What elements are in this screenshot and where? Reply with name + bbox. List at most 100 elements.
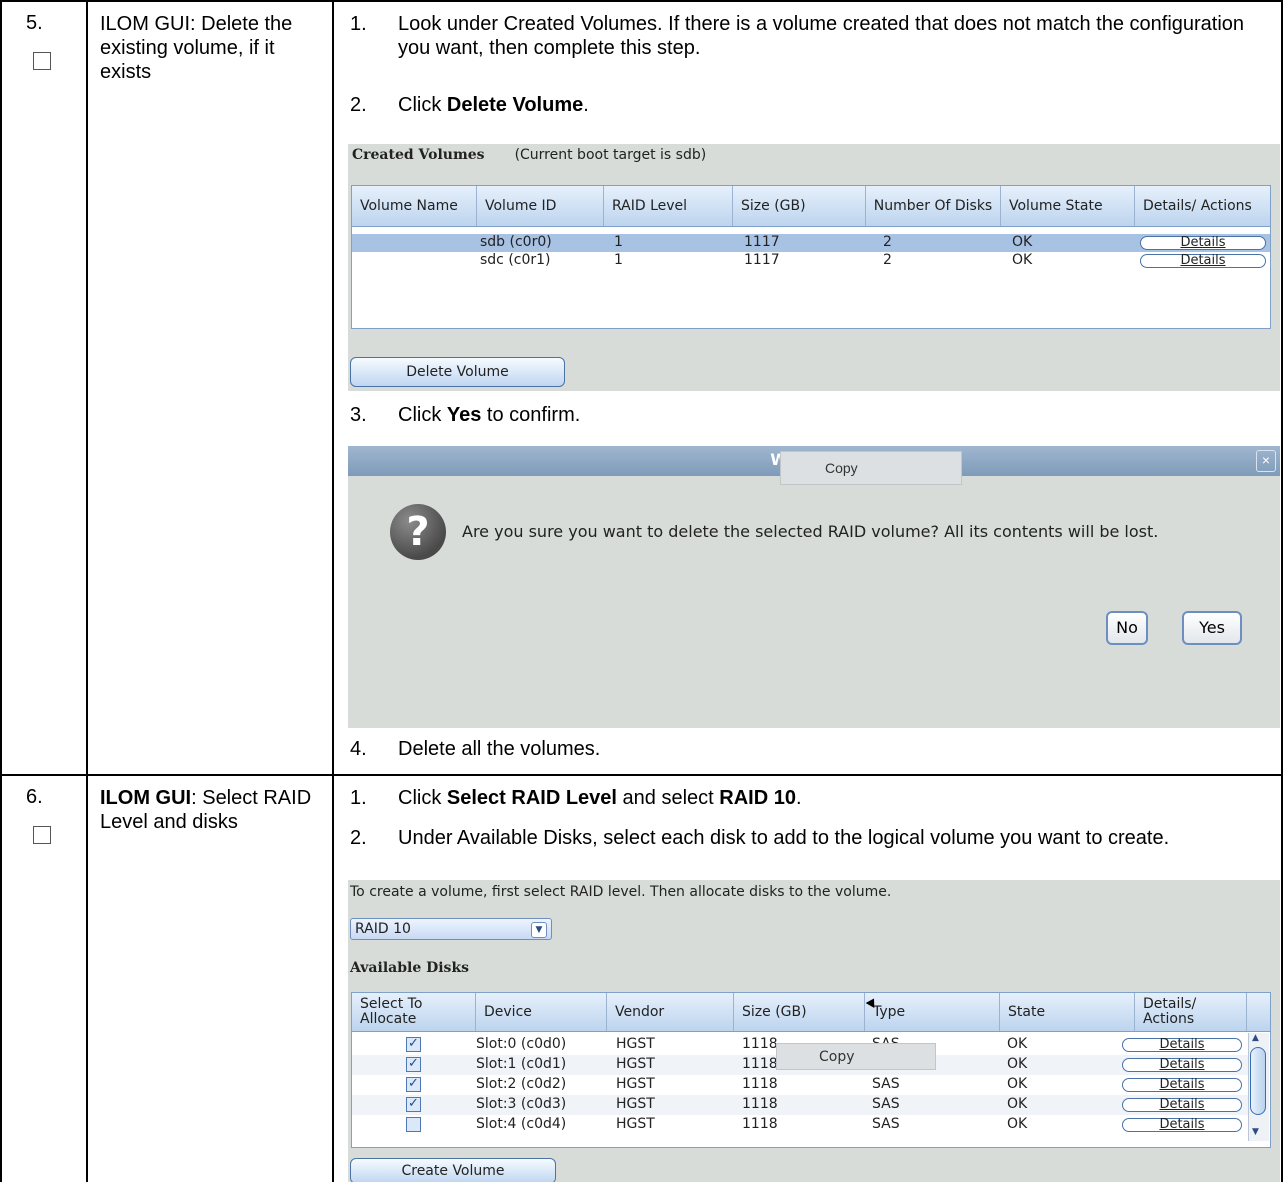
details-button[interactable]: Details (1122, 1118, 1242, 1132)
checkbox-checked-icon[interactable]: ✓ (406, 1037, 421, 1052)
details-button[interactable]: Details (1140, 236, 1266, 250)
cell-size: 1118 (742, 1056, 778, 1072)
create-volume-intro: To create a volume, first select RAID le… (350, 884, 892, 900)
instruction-text: Look under Created Volumes. If there is … (398, 13, 1245, 59)
table-divider-2 (332, 0, 334, 1182)
instruction-number: 1. (350, 13, 367, 35)
column-header: Details/ Actions (1135, 993, 1247, 1031)
scrollbar[interactable]: ▲ ▼ (1248, 1033, 1269, 1141)
scroll-thumb[interactable] (1250, 1047, 1266, 1115)
instruction-number: 4. (350, 738, 367, 760)
instruction-text: Under Available Disks, select each disk … (398, 827, 1170, 849)
copy-popup[interactable]: Copy (780, 451, 962, 485)
instruction-1: 1. Look under Created Volumes. If there … (350, 12, 1270, 72)
table-row[interactable]: sdc (c0r1) 1 1117 2 OK Details (352, 252, 1270, 270)
cell-disks: 2 (883, 252, 892, 268)
instruction-2: 2. Under Available Disks, select each di… (350, 826, 1270, 886)
copy-popup[interactable]: Copy (776, 1043, 936, 1070)
close-icon[interactable]: × (1256, 450, 1276, 472)
column-header: Volume State (1001, 186, 1135, 226)
cell-vendor: HGST (616, 1116, 655, 1132)
instruction-2: 2. Click Delete Volume. (350, 93, 1270, 119)
cell-size: 1118 (742, 1096, 778, 1112)
details-button[interactable]: Details (1122, 1098, 1242, 1112)
cell-vendor: HGST (616, 1056, 655, 1072)
cell-size: 1117 (744, 252, 780, 268)
column-header: Device (476, 993, 607, 1031)
cell-volume-id: sdc (c0r1) (480, 252, 551, 268)
scroll-up-icon[interactable]: ▲ (1252, 1033, 1259, 1043)
cell-raid-level: 1 (614, 234, 623, 250)
table-row[interactable]: Slot:4 (c0d4) HGST 1118 SAS OK Details (352, 1115, 1248, 1135)
cell-size: 1118 (742, 1076, 778, 1092)
instruction-number: 3. (350, 404, 367, 426)
column-header: Size (GB) (733, 186, 866, 226)
instruction-4: 4. Delete all the volumes. (350, 737, 1270, 763)
column-header: Size (GB) (734, 993, 865, 1031)
step-checkbox[interactable] (33, 52, 51, 70)
cell-state: OK (1012, 234, 1033, 250)
title-bold: ILOM GUI (100, 13, 191, 35)
step-checkbox[interactable] (33, 826, 51, 844)
cell-vendor: HGST (616, 1096, 655, 1112)
column-header: Volume Name (352, 186, 477, 226)
table-border-right (1281, 0, 1283, 1182)
instruction-text: Click Delete Volume. (398, 94, 589, 116)
available-disks-heading: Available Disks (350, 960, 470, 976)
instruction-text: Click Yes to confirm. (398, 404, 581, 426)
table-row[interactable]: sdb (c0r0) 1 1117 2 OK Details (352, 234, 1270, 252)
checkbox-checked-icon[interactable]: ✓ (406, 1097, 421, 1112)
details-button[interactable]: Details (1140, 254, 1266, 268)
cell-raid-level: 1 (614, 252, 623, 268)
create-volume-button[interactable]: Create Volume (350, 1158, 556, 1182)
delete-volume-button[interactable]: Delete Volume (350, 357, 565, 387)
scroll-down-icon[interactable]: ▼ (1252, 1127, 1259, 1137)
raid-level-select[interactable]: RAID 10 ▼ (350, 918, 552, 940)
column-header: Details/ Actions (1143, 197, 1252, 214)
table-divider-1 (86, 0, 88, 1182)
no-button[interactable]: No (1106, 611, 1148, 645)
yes-button[interactable]: Yes (1182, 611, 1242, 645)
step-title: ILOM GUI: Select RAID Level and disks (100, 786, 324, 834)
instruction-3: 3. Click Yes to confirm. (350, 403, 1270, 429)
table-row[interactable]: ✓ Slot:2 (c0d2) HGST 1118 SAS OK Details (352, 1075, 1248, 1095)
instruction-1: 1. Click Select RAID Level and select RA… (350, 786, 1270, 812)
step-number: 5. (26, 12, 43, 34)
cell-size: 1118 (742, 1116, 778, 1132)
instruction-number: 1. (350, 787, 367, 809)
cell-type: SAS (872, 1116, 900, 1132)
table-border-top (0, 0, 1283, 2)
cell-device: Slot:4 (c0d4) (476, 1116, 567, 1132)
checkbox-unchecked-icon[interactable] (406, 1117, 421, 1132)
checkbox-checked-icon[interactable]: ✓ (406, 1057, 421, 1072)
table-row[interactable]: ✓ Slot:3 (c0d3) HGST 1118 SAS OK Details (352, 1095, 1248, 1115)
instruction-number: 2. (350, 94, 367, 116)
cell-device: Slot:1 (c0d1) (476, 1056, 567, 1072)
details-button[interactable]: Details (1122, 1038, 1242, 1052)
cell-size: 1117 (744, 234, 780, 250)
cell-type: SAS (872, 1076, 900, 1092)
cell-volume-id: sdb (c0r0) (480, 234, 552, 250)
cell-state: OK (1012, 252, 1033, 268)
column-header: Type (865, 993, 1000, 1031)
cell-state: OK (1007, 1116, 1028, 1132)
instruction-number: 2. (350, 827, 367, 849)
created-volumes-heading: Created Volumes (Current boot target is s… (352, 147, 707, 163)
instruction-text: Delete all the volumes. (398, 738, 601, 760)
create-volume-panel: To create a volume, first select RAID le… (348, 880, 1280, 1182)
column-header: Volume ID (477, 186, 604, 226)
column-header: Number Of Disks (866, 186, 1001, 226)
chevron-down-icon[interactable]: ▼ (531, 922, 547, 938)
details-button[interactable]: Details (1122, 1058, 1242, 1072)
cell-device: Slot:3 (c0d3) (476, 1096, 567, 1112)
cell-device: Slot:0 (c0d0) (476, 1036, 567, 1052)
boot-target-note: (Current boot target is sdb) (514, 147, 707, 163)
checkbox-checked-icon[interactable]: ✓ (406, 1077, 421, 1092)
cell-state: OK (1007, 1096, 1028, 1112)
cell-disks: 2 (883, 234, 892, 250)
column-header: Select To Allocate (352, 993, 476, 1031)
cell-state: OK (1007, 1036, 1028, 1052)
cell-state: OK (1007, 1056, 1028, 1072)
created-volumes-panel: Created Volumes (Current boot target is s… (348, 144, 1280, 391)
details-button[interactable]: Details (1122, 1078, 1242, 1092)
